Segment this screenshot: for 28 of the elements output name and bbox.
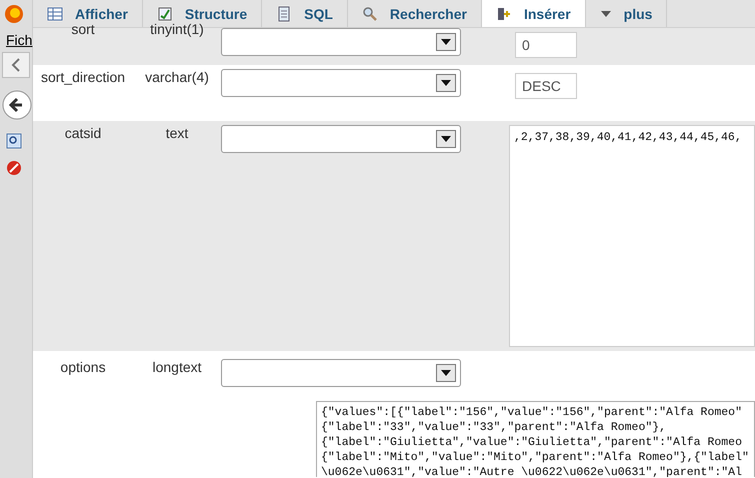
column-type: longtext xyxy=(151,359,203,375)
search-icon xyxy=(6,133,22,149)
function-dropdown[interactable] xyxy=(221,359,461,387)
table-icon xyxy=(47,6,63,22)
tab[interactable]: SQL xyxy=(262,0,348,27)
back-button[interactable] xyxy=(2,52,30,78)
menu-item[interactable]: Fich xyxy=(6,32,32,48)
insert-icon xyxy=(496,6,512,22)
column-type: varchar(4) xyxy=(144,69,210,85)
browser-logo-icon xyxy=(4,4,24,24)
document-icon xyxy=(276,6,292,22)
tab[interactable]: plus xyxy=(586,0,668,27)
value-field[interactable]: 0 xyxy=(515,32,577,58)
structure-icon xyxy=(156,6,173,22)
caret-icon xyxy=(600,8,612,18)
value-field[interactable]: DESC xyxy=(515,73,577,99)
tab[interactable]: Insérer xyxy=(482,0,586,27)
function-dropdown[interactable] xyxy=(221,69,461,97)
function-dropdown[interactable] xyxy=(221,28,461,56)
column-type: text xyxy=(164,125,190,141)
stop-icon xyxy=(6,160,22,176)
column-name: sort_direction xyxy=(40,69,126,85)
column-name: options xyxy=(59,359,107,375)
search-icon xyxy=(362,6,378,22)
column-name: catsid xyxy=(64,125,102,141)
chevron-left-icon xyxy=(11,58,21,72)
function-dropdown[interactable] xyxy=(221,125,461,153)
value-textarea[interactable]: ,2,37,38,39,40,41,42,43,44,45,46, xyxy=(509,125,755,347)
